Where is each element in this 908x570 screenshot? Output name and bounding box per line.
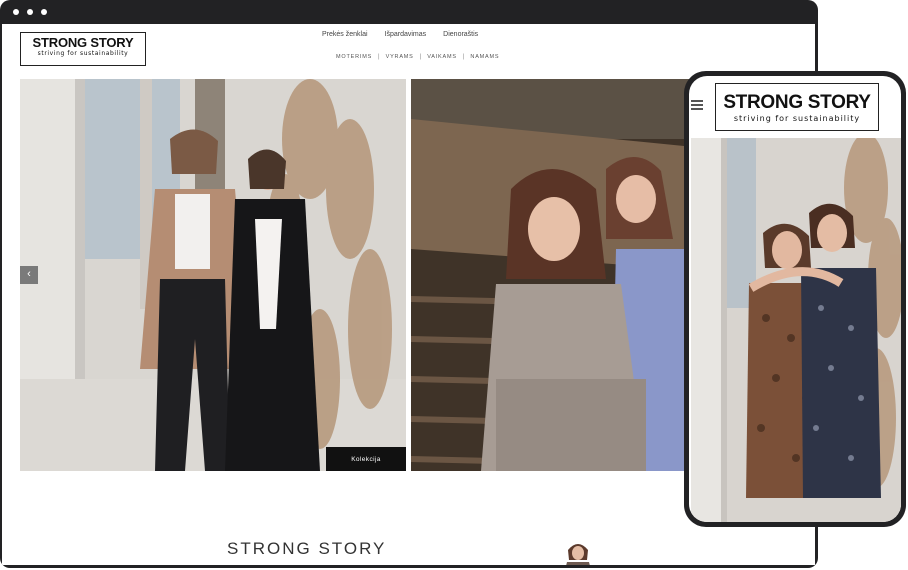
category-men[interactable]: VYRAMS (386, 54, 414, 60)
window-dot-icon (13, 9, 19, 15)
category-women[interactable]: MOTERIMS (336, 54, 372, 60)
hamburger-menu-icon[interactable] (691, 100, 703, 110)
category-separator: | (462, 54, 465, 60)
hero-image-left: ‹ Kolekcija (20, 79, 406, 471)
browser-chrome (0, 0, 818, 24)
category-separator: | (419, 54, 422, 60)
category-nav: MOTERIMS | VYRAMS | VAIKAMS | NAMAMS (336, 54, 499, 60)
mobile-viewport: STRONG STORY striving for sustainability (689, 76, 901, 522)
nav-link-blog[interactable]: Dienoraštis (443, 31, 478, 43)
product-thumbnail[interactable] (565, 540, 591, 565)
category-home[interactable]: NAMAMS (470, 54, 499, 60)
top-nav: Prekės ženklai Išpardavimas Dienoraštis (322, 31, 495, 43)
logo-tagline: striving for sustainability (37, 50, 129, 57)
mobile-site-logo[interactable]: STRONG STORY striving for sustainability (715, 83, 879, 131)
category-kids[interactable]: VAIKAMS (427, 54, 457, 60)
hero-photo-left (20, 79, 406, 471)
window-dot-icon (41, 9, 47, 15)
window-dot-icon (27, 9, 33, 15)
nav-link-brands[interactable]: Prekės ženklai (322, 31, 368, 43)
mobile-hero-image (691, 138, 901, 522)
mobile-logo-tagline: striving for sustainability (733, 114, 861, 123)
mobile-hero-photo (691, 138, 901, 522)
category-separator: | (378, 54, 380, 60)
slider-prev-button[interactable]: ‹ (20, 266, 38, 284)
mobile-device-frame: STRONG STORY striving for sustainability (684, 71, 906, 527)
site-logo[interactable]: STRONG STORY striving for sustainability (20, 32, 146, 66)
nav-link-sale[interactable]: Išpardavimas (385, 31, 427, 43)
collection-button[interactable]: Kolekcija (326, 447, 406, 471)
logo-title: STRONG STORY (32, 35, 134, 50)
section-title: STRONG STORY (227, 539, 387, 558)
chevron-left-icon: ‹ (27, 268, 31, 280)
mobile-logo-title: STRONG STORY (723, 92, 871, 113)
